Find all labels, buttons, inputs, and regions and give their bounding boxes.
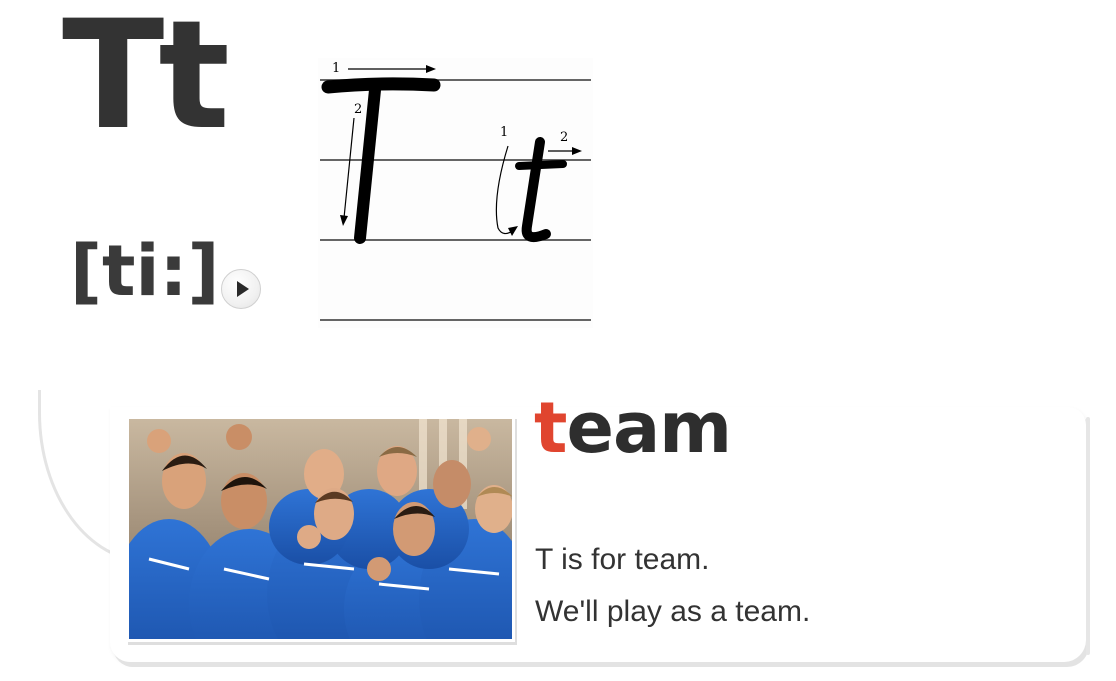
vocabulary-word: team xyxy=(534,386,732,470)
team-photo-illustration xyxy=(129,419,512,639)
t-step-1-label: 1 xyxy=(332,61,340,76)
lowercase-t-bar xyxy=(515,160,567,170)
lowercase-step-2-label: 2 xyxy=(560,130,568,145)
word-first-letter: t xyxy=(534,387,567,469)
lowercase-step-1-label: 1 xyxy=(500,125,508,140)
uppercase-t-bar xyxy=(321,77,441,94)
team-photo xyxy=(126,416,515,642)
play-icon xyxy=(237,281,249,297)
t-step-2-label: 2 xyxy=(354,102,362,117)
letter-title: Tt xyxy=(62,0,230,163)
handwriting-guide-drawing: 1 2 1 2 xyxy=(320,61,591,321)
word-rest: eam xyxy=(566,387,732,469)
card-edge xyxy=(1086,417,1090,655)
play-audio-button[interactable] xyxy=(221,269,261,309)
word-card: team T is for team. We'll play as a team… xyxy=(110,387,1090,662)
phonetic-transcription: [ti:] xyxy=(70,230,220,312)
example-sentence-2: We'll play as a team. xyxy=(535,595,811,628)
example-sentence-1: T is for team. xyxy=(535,543,710,576)
handwriting-guide: 1 2 1 2 xyxy=(318,58,593,328)
lowercase-t-stem xyxy=(521,137,551,243)
